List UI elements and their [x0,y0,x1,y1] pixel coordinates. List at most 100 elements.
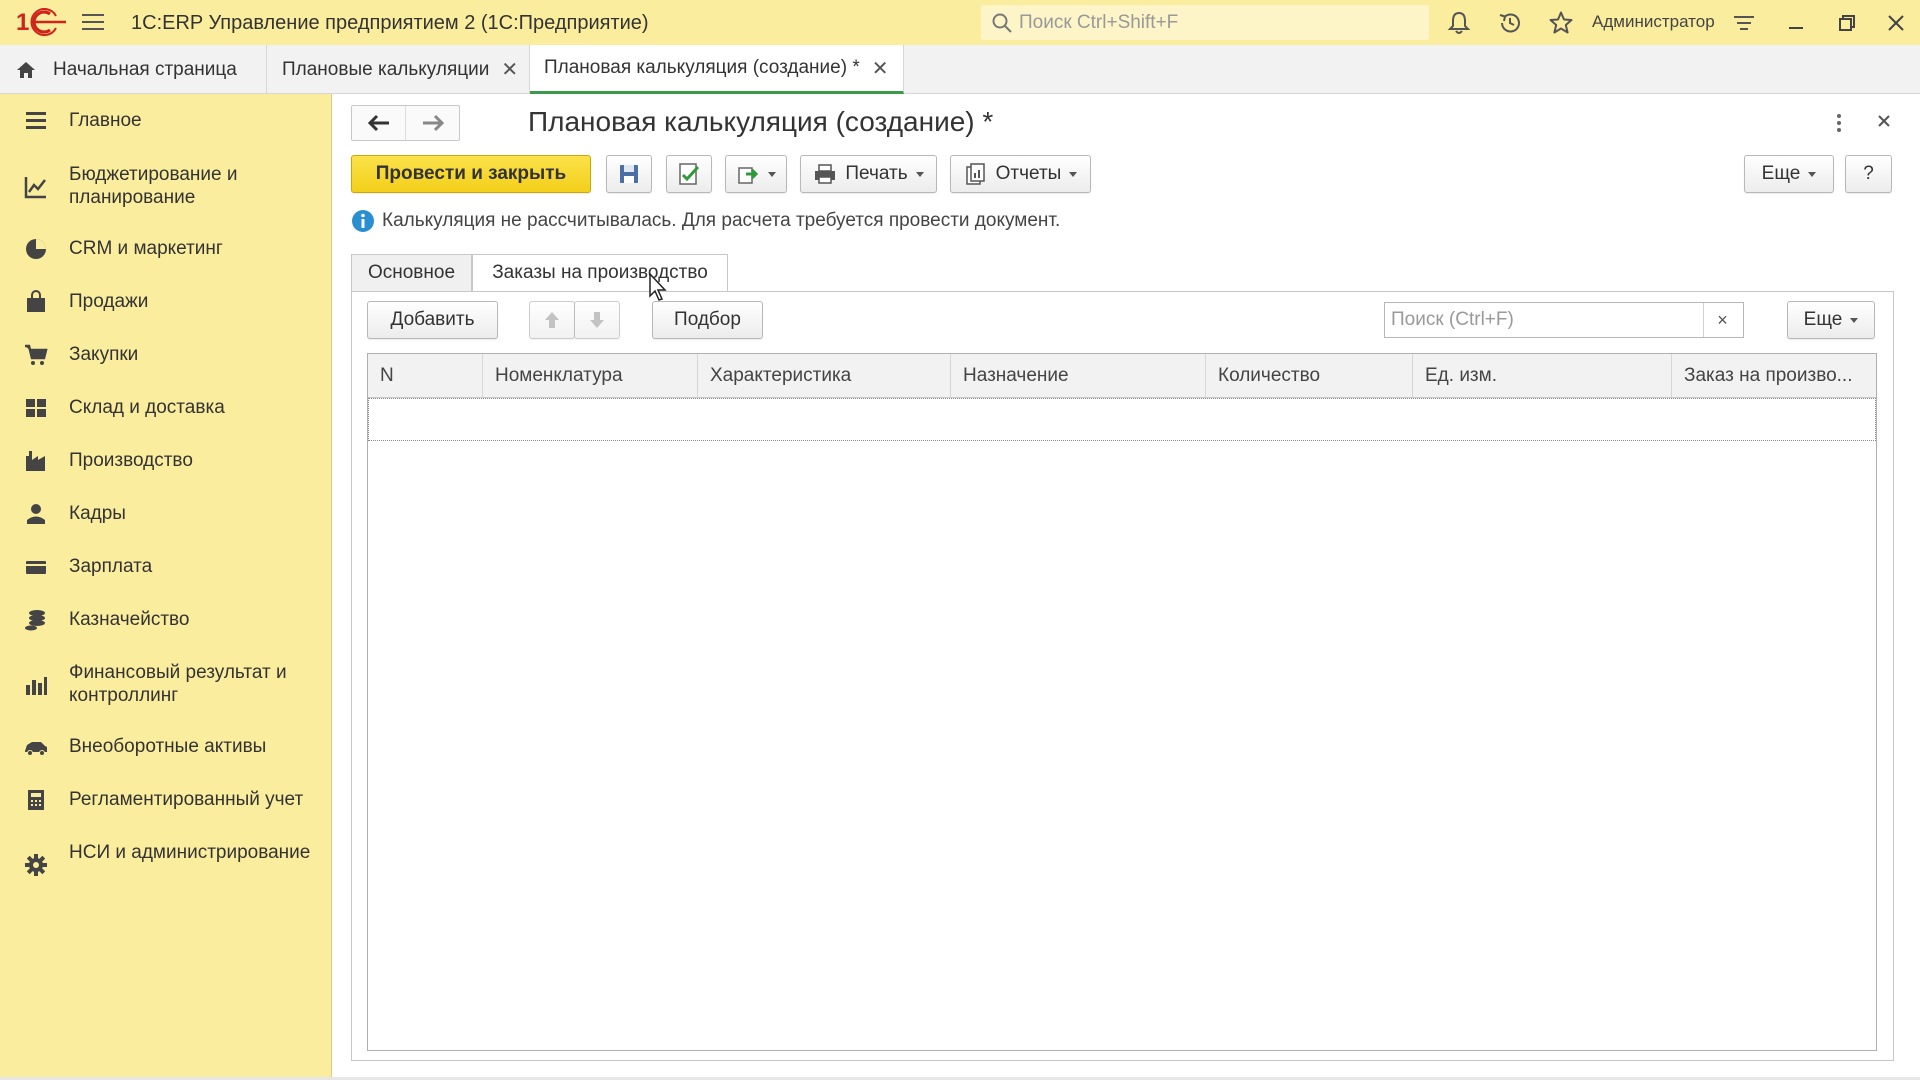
arrow-down-icon [590,312,604,328]
home-icon [17,61,35,78]
table-row[interactable] [368,398,1876,441]
more-actions-button[interactable]: Еще [1744,155,1834,193]
person-icon [27,504,45,524]
bell-icon[interactable] [1446,10,1472,36]
sidebar-item-label: Внеоборотные активы [69,736,267,757]
add-button[interactable]: Добавить [367,301,498,339]
sidebar-item-hr[interactable]: Кадры [0,499,332,529]
create-based-on-button[interactable] [725,155,787,193]
sidebar-item-admin[interactable]: НСИ и администрирование [0,840,332,888]
column-header-n[interactable]: N [368,354,483,397]
tab-home[interactable]: Начальная страница [0,45,267,94]
search-icon [992,13,1012,33]
sidebar-item-salary[interactable]: Зарплата [0,552,332,582]
back-button[interactable] [352,106,406,140]
more-actions-label: Еще [1761,163,1801,184]
forward-button[interactable] [406,106,459,140]
sidebar-item-main[interactable]: Главное [0,106,332,136]
close-tab-icon[interactable]: ✕ [501,57,518,82]
save-button[interactable] [606,155,652,193]
sidebar-item-financial-result[interactable]: Финансовый результат и контроллинг [0,660,332,708]
settings-filter-icon[interactable] [1731,10,1757,36]
table-search-input[interactable] [1385,303,1703,337]
column-header-quantity[interactable]: Количество [1206,354,1413,397]
sidebar-item-sales[interactable]: Продажи [0,287,332,317]
help-button[interactable]: ? [1845,155,1892,193]
printer-icon [815,164,836,184]
cart-icon [25,344,48,365]
sidebar-item-production[interactable]: Производство [0,446,332,476]
sidebar-item-purchases[interactable]: Закупки [0,340,332,370]
column-header-purpose[interactable]: Назначение [951,354,1206,397]
table-more-label: Еще [1803,309,1843,330]
close-form-icon[interactable] [1872,109,1896,133]
column-header-nomenclature[interactable]: Номенклатура [483,354,698,397]
sidebar-item-label: Производство [69,450,193,471]
dropdown-caret-icon [1808,171,1817,177]
create-based-on-icon [738,167,759,184]
svg-text:1: 1 [16,9,29,36]
tab-planned-calculations-label: Плановые калькуляции [282,58,490,80]
production-orders-table[interactable]: N Номенклатура Характеристика Назначение… [367,353,1877,1051]
1c-logo-icon: 1 [16,8,66,36]
history-navigation [351,105,460,141]
dropdown-caret-icon [1069,171,1078,177]
sidebar-item-label: Регламентированный учет [69,789,304,810]
global-search-input[interactable]: Поиск Ctrl+Shift+F [981,5,1429,40]
column-header-characteristic[interactable]: Характеристика [698,354,951,397]
title-bar: 1 1С:ERP Управление предприятием 2 (1С:П… [0,0,1920,45]
minimize-icon[interactable] [1783,10,1809,36]
post-and-close-button[interactable]: Провести и закрыть [351,155,591,193]
restore-window-icon[interactable] [1834,10,1860,36]
info-message: Калькуляция не рассчитывалась. Для расче… [351,209,1060,233]
sidebar-item-label: Финансовый результат и контроллинг [69,662,287,706]
table-more-button[interactable]: Еще [1787,301,1875,339]
tab-main[interactable]: Основное [351,254,472,292]
sidebar-item-label: Закупки [69,344,139,365]
sidebar-item-label: Кадры [69,503,126,524]
pick-button[interactable]: Подбор [652,301,763,339]
clear-search-button[interactable]: × [1703,303,1741,337]
column-header-unit[interactable]: Ед. изм. [1413,354,1672,397]
arrow-right-icon [422,114,444,132]
close-tab-icon[interactable]: ✕ [872,56,889,81]
sidebar-item-warehouse[interactable]: Склад и доставка [0,393,332,423]
post-document-icon [679,163,700,185]
coins-icon [25,610,45,631]
tab-planned-calculation-create-label: Плановая калькуляция (создание) * [544,57,860,78]
sidebar-item-budgeting[interactable]: Бюджетирование и планирование [0,162,332,210]
move-down-button[interactable] [574,301,620,339]
history-icon[interactable] [1497,10,1523,36]
sidebar-item-label: Склад и доставка [69,397,225,418]
pie-chart-icon [26,239,46,259]
sidebar-item-crm[interactable]: CRM и маркетинг [0,234,332,264]
move-up-button[interactable] [529,301,575,339]
more-vertical-icon[interactable] [1829,109,1849,137]
tab-planned-calculations[interactable]: Плановые калькуляции ✕ [267,45,530,94]
warehouse-grid-icon [26,399,46,417]
dropdown-caret-icon [1850,317,1859,323]
tab-production-orders[interactable]: Заказы на производство [472,254,728,292]
sidebar-item-label: CRM и маркетинг [69,238,223,259]
user-name[interactable]: Администратор [1592,12,1715,32]
tab-planned-calculation-create[interactable]: Плановая калькуляция (создание) * ✕ [530,45,904,94]
column-header-production-order[interactable]: Заказ на произво... [1672,354,1876,397]
reports-button[interactable]: Отчеты [950,155,1091,193]
print-button[interactable]: Печать [800,155,937,193]
main-menu-icon[interactable] [80,9,106,35]
sidebar-item-regulated-accounting[interactable]: Регламентированный учет [0,785,332,815]
bar-chart-icon [26,677,47,695]
star-icon[interactable] [1548,10,1574,36]
menu-lines-icon [26,112,46,129]
budget-chart-icon [24,177,46,199]
sidebar-item-treasury[interactable]: Казначейство [0,605,332,635]
sidebar-item-label: Продажи [69,291,149,312]
save-disk-icon [620,165,638,183]
open-windows-bar: Начальная страница Плановые калькуляции … [0,45,1920,94]
dropdown-caret-icon [915,171,924,177]
close-window-icon[interactable] [1883,10,1909,36]
sidebar-item-fixed-assets[interactable]: Внеоборотные активы [0,732,332,762]
arrow-up-icon [545,312,559,328]
post-button[interactable] [666,155,712,193]
sidebar-item-label: НСИ и администрирование [69,842,311,863]
